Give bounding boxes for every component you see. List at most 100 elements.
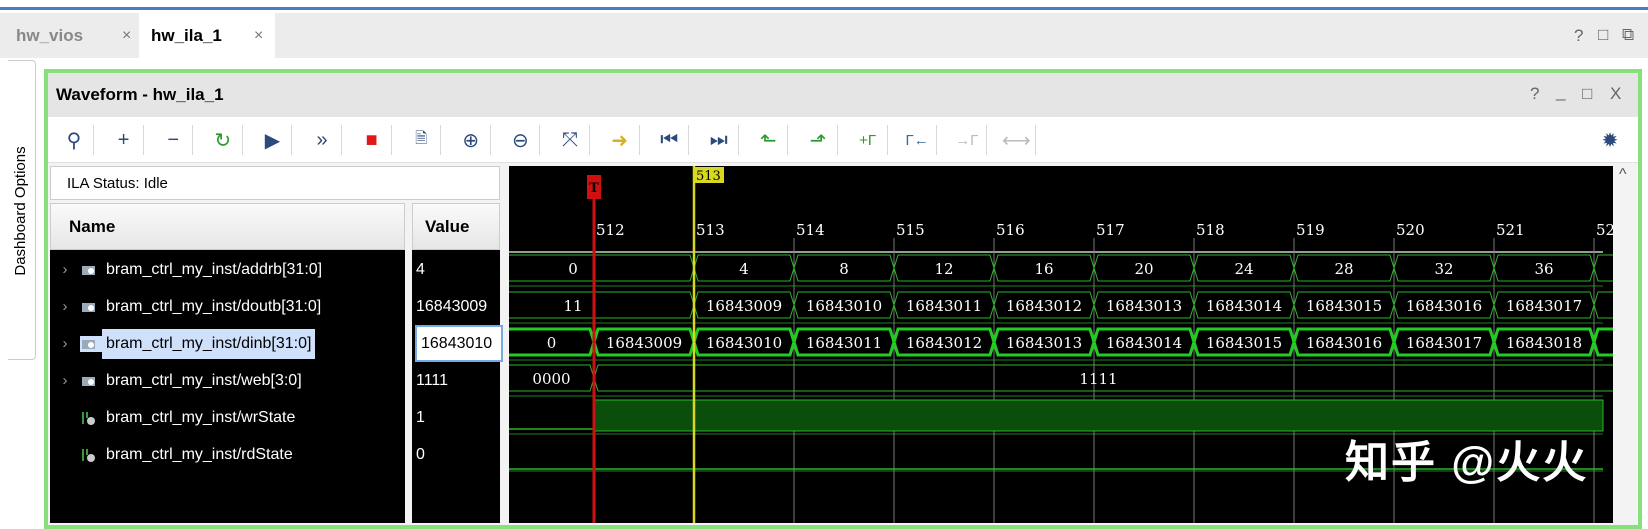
go-to-cursor-icon[interactable]: ➜ <box>604 124 636 156</box>
bus-value-label: 16843010 <box>706 334 782 352</box>
help-icon[interactable]: ? <box>1530 84 1539 104</box>
signal-name: bram_ctrl_my_inst/dinb[31:0] <box>102 328 316 359</box>
bus-value-label: 16843018 <box>1506 334 1582 352</box>
tick-label: 517 <box>1096 221 1125 239</box>
close-icon[interactable]: X <box>1610 84 1621 104</box>
value-column-header[interactable]: Value <box>412 203 500 250</box>
toolbar-separator <box>539 125 541 155</box>
tab-hw-vios[interactable]: hw_vios × <box>4 13 134 58</box>
expand-chevron-icon[interactable]: › <box>50 372 80 389</box>
bus-value-label: 16843016 <box>1306 334 1382 352</box>
previous-marker-icon[interactable]: Γ← <box>901 124 933 156</box>
bus-value-label: 16843009 <box>606 334 682 352</box>
tick-label: 518 <box>1196 221 1225 239</box>
signal-row[interactable]: › bram_ctrl_my_inst/dinb[31:0] <box>50 325 405 362</box>
run-trigger-icon[interactable]: ▶ <box>256 124 288 156</box>
signal-row[interactable]: › bram_ctrl_my_inst/addrb[31:0] <box>50 251 405 288</box>
signal-value: 1 <box>416 408 425 426</box>
signal-row[interactable]: › bram_ctrl_my_inst/doutb[31:0] <box>50 288 405 325</box>
toolbar-separator <box>886 125 888 155</box>
bus-value-label: 16843014 <box>1206 297 1282 315</box>
bus-value-label: 16843012 <box>1006 297 1082 315</box>
dashboard-options-tab[interactable]: Dashboard Options <box>8 60 36 360</box>
bus-signal-icon <box>80 335 102 352</box>
signal-row[interactable]: bram_ctrl_my_inst/wrState <box>50 399 405 436</box>
export-icon[interactable]: 🗎 <box>405 124 437 156</box>
expand-chevron-icon[interactable]: › <box>50 335 80 352</box>
bus-signal-icon <box>80 262 102 278</box>
bus-value-label: 8 <box>839 260 849 278</box>
bus-value-label: 16843011 <box>906 297 982 315</box>
go-to-last-time-icon[interactable]: ⏭ <box>703 124 735 156</box>
signal-value-list: 4 16843009 16843010 1111 1 0 <box>412 250 503 523</box>
bus-segment <box>1593 291 1619 319</box>
zoom-fit-icon[interactable]: ⤧ <box>554 124 586 156</box>
signal-row[interactable]: bram_ctrl_my_inst/rdState <box>50 436 405 473</box>
remove-icon[interactable]: − <box>157 124 189 156</box>
bus-value-label: 11 <box>563 297 582 315</box>
auto-rerun-icon[interactable]: » <box>306 124 338 156</box>
bus-value-label: 0000 <box>532 370 570 388</box>
bus-value-label: 16843010 <box>806 297 882 315</box>
help-icon[interactable]: ? <box>1574 26 1583 46</box>
toolbar-separator <box>688 125 690 155</box>
bus-value-label: 16843009 <box>706 297 782 315</box>
signal-name-list: › bram_ctrl_my_inst/addrb[31:0] › bram_ctrl… <box>50 250 405 523</box>
bus-value-label: 16843015 <box>1206 334 1282 352</box>
name-column-header[interactable]: Name <box>50 203 405 250</box>
tick-label: 513 <box>696 221 725 239</box>
run-trigger-immediate-icon[interactable]: ↻ <box>207 124 239 156</box>
float-icon[interactable]: ⧉ <box>1622 25 1634 45</box>
bus-value-label: 20 <box>1134 260 1153 278</box>
swap-cursors-icon[interactable]: ⟷ <box>1000 124 1032 156</box>
go-to-time-0-icon[interactable]: ⏮ <box>653 124 685 156</box>
search-icon[interactable]: ⚲ <box>58 124 90 156</box>
tick-label: 514 <box>796 221 825 239</box>
signal-value: 0 <box>416 445 425 463</box>
bus-value-label: 4 <box>739 260 749 278</box>
bit-signal-icon <box>80 447 102 463</box>
bus-value-label: 16843016 <box>1406 297 1482 315</box>
close-icon[interactable]: × <box>122 27 131 45</box>
add-marker-icon[interactable]: +Γ <box>852 124 884 156</box>
expand-chevron-icon[interactable]: › <box>50 298 80 315</box>
bus-segment <box>503 291 695 319</box>
tick-label: 520 <box>1396 221 1425 239</box>
signal-row[interactable]: › bram_ctrl_my_inst/web[3:0] <box>50 362 405 399</box>
bus-value-label: 16 <box>1034 260 1053 278</box>
bus-value-label: 16843011 <box>806 334 882 352</box>
next-marker-icon[interactable]: →Γ <box>951 124 983 156</box>
add-icon[interactable]: + <box>108 124 140 156</box>
tab-hw-ila-1[interactable]: hw_ila_1 × <box>139 13 275 58</box>
toolbar-separator <box>93 125 94 155</box>
toolbar-separator <box>737 125 739 155</box>
toolbar-separator <box>589 125 590 155</box>
toolbar: ⚲ + − ↻ ▶ » ■ 🗎 ⊕ ⊖ ⤧ ➜ ⏮ ⏭ ⬑ ⬏ +Γ Γ← →Γ ⟷ ✹ <box>48 117 1638 163</box>
toolbar-separator <box>837 125 838 155</box>
bus-value-label: 28 <box>1334 260 1353 278</box>
bus-value-label: 16843013 <box>1006 334 1082 352</box>
zoom-in-icon[interactable]: ⊕ <box>455 124 487 156</box>
vertical-scrollbar[interactable]: ^ <box>1615 166 1637 523</box>
next-transition-icon[interactable]: ⬏ <box>802 124 834 156</box>
maximize-icon[interactable]: □ <box>1598 25 1608 45</box>
close-icon[interactable]: × <box>254 27 263 45</box>
maximize-icon[interactable]: □ <box>1582 84 1592 104</box>
tick-label: 521 <box>1496 221 1525 239</box>
bus-value-label: 16843014 <box>1106 334 1182 352</box>
expand-chevron-icon[interactable]: › <box>50 261 80 278</box>
toolbar-separator <box>936 125 938 155</box>
cursor-label: 513 <box>696 169 721 184</box>
tick-label: 519 <box>1296 221 1325 239</box>
settings-gear-icon[interactable]: ✹ <box>1594 124 1626 156</box>
bus-segment <box>1592 327 1620 357</box>
panel-title: Waveform - hw_ila_1 <box>56 85 224 104</box>
tick-label: 516 <box>996 221 1025 239</box>
stop-icon[interactable]: ■ <box>356 124 388 156</box>
signal-value: 16843010 <box>415 325 503 362</box>
toolbar-separator <box>390 125 392 155</box>
previous-transition-icon[interactable]: ⬑ <box>752 124 784 156</box>
scroll-up-icon[interactable]: ^ <box>1619 166 1627 184</box>
minimize-icon[interactable]: _ <box>1556 82 1565 102</box>
zoom-out-icon[interactable]: ⊖ <box>504 124 536 156</box>
